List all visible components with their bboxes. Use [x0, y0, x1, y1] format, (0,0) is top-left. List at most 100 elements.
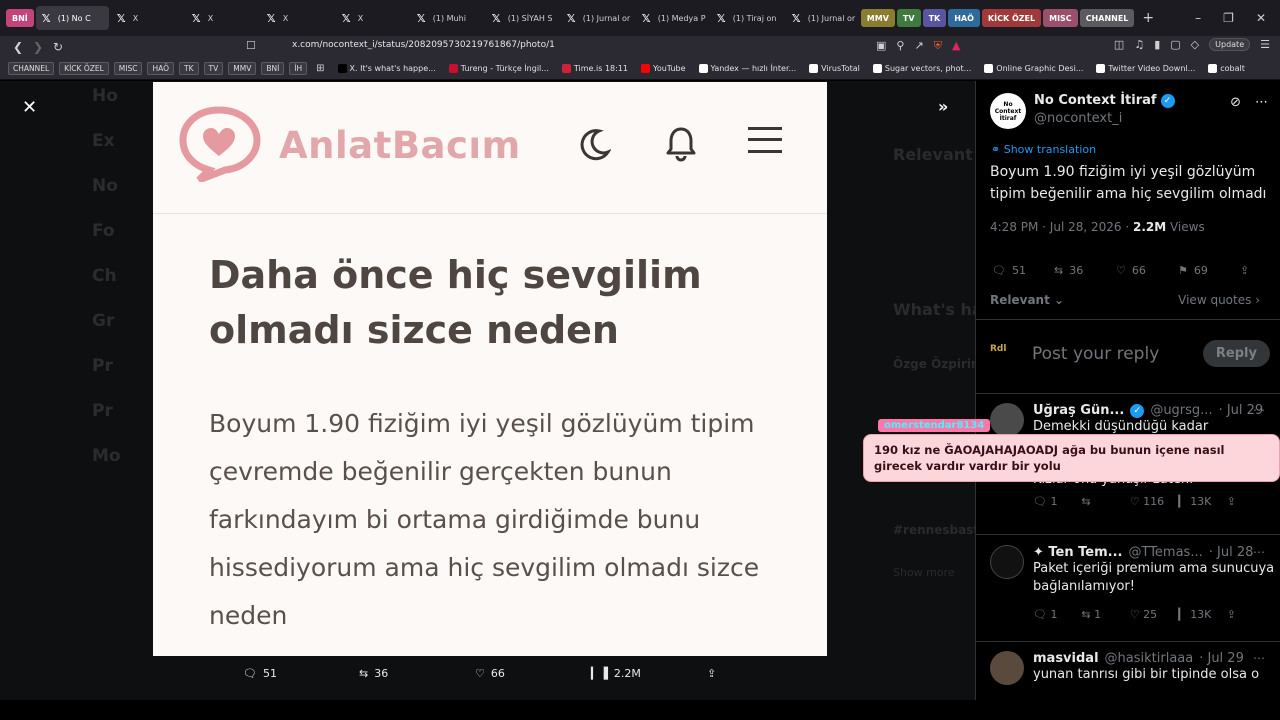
bookmark-folder[interactable]: HAÖ [147, 62, 175, 75]
minimize-icon[interactable]: – [1195, 11, 1201, 25]
close-viewer-button[interactable]: ✕ [22, 97, 37, 118]
reply-handle[interactable]: @ugrsg... [1150, 403, 1212, 418]
reply-item[interactable]: masvidal @hasiktirlaaa · Jul 29 yunan tanr… [990, 651, 1275, 685]
tweet-photo[interactable]: AnlatBacım Daha önce hiç sevgilim olmadı… [153, 82, 827, 656]
reply-icon[interactable]: 🗨 1 [1033, 608, 1081, 621]
tab-group-pill[interactable]: KİCK ÖZEL [981, 9, 1042, 27]
browser-tab[interactable]: 𝕏 (1) Medya P [636, 6, 709, 30]
views-action[interactable]: ▎▐ 2.2M [591, 667, 707, 680]
browser-tab[interactable]: 𝕏 (1) No C [35, 6, 109, 30]
zoom-icon[interactable]: ⚲ [896, 39, 904, 53]
sidebar-repost-button[interactable]: ⇆ 36 [1054, 264, 1116, 277]
sidebar-share-button[interactable]: ⇪ [1240, 264, 1249, 277]
bookmark-link[interactable]: cobalt [1208, 64, 1245, 73]
more-options-icon[interactable]: ⋯ [1255, 95, 1268, 110]
heart-icon[interactable]: ♡ 116 [1130, 495, 1178, 508]
like-action[interactable]: ♡ 66 [475, 667, 591, 680]
reply-action[interactable]: 🗨 51 [243, 667, 359, 680]
restore-icon[interactable]: ❐ [1223, 11, 1234, 25]
tweet-timestamp[interactable]: 4:28 PM · Jul 28, 2026 · [990, 220, 1133, 234]
bookmark-folder[interactable]: TV [203, 62, 224, 75]
grok-icon[interactable]: ⊘ [1230, 95, 1241, 110]
more-options-icon[interactable]: ⋯ [1253, 651, 1265, 665]
author-handle[interactable]: @nocontext_i [1034, 111, 1175, 126]
tab-group-pill[interactable]: TK [922, 9, 947, 27]
bookmark-folder[interactable]: BNİ [261, 62, 285, 75]
bookmark-folder[interactable]: TK [179, 62, 199, 75]
bookmark-link[interactable]: Twitter Video Downl... [1096, 64, 1195, 73]
tab-group-pill[interactable]: BNİ [6, 9, 34, 27]
brave-rewards-icon[interactable]: ▲ [952, 39, 960, 53]
views-icon[interactable]: ▎ 13K [1178, 608, 1226, 621]
menu-icon[interactable]: ☰ [1260, 38, 1270, 51]
sidebar-toggle-icon[interactable]: ◫ [1114, 38, 1124, 51]
share-icon[interactable]: ⇪ [1227, 495, 1275, 508]
bookmark-folder[interactable]: KİCK ÖZEL [59, 62, 109, 75]
reply-date[interactable]: · Jul 28 [1209, 545, 1254, 560]
new-tab-button[interactable]: + [1142, 10, 1154, 26]
repost-action[interactable]: ⇆ 36 [359, 667, 475, 680]
reply-author-name[interactable]: masvidal [1033, 651, 1099, 666]
sort-relevant-dropdown[interactable]: Relevant ⌄ [990, 293, 1064, 307]
share-action[interactable]: ⇪ [707, 667, 823, 680]
reply-author-name[interactable]: Uğraş Gün... [1033, 403, 1124, 418]
bookmark-link[interactable]: Online Graphic Desi... [984, 64, 1083, 73]
share-icon[interactable]: ⇪ [1227, 608, 1275, 621]
reply-date[interactable]: · Jul 29 [1199, 651, 1244, 666]
bookmark-link[interactable]: Sugar vectors, phot... [872, 64, 971, 73]
apps-grid-icon[interactable]: ⊞ [316, 63, 324, 74]
share-icon[interactable]: ↗ [914, 39, 923, 53]
reader-icon[interactable]: ▮ [1154, 38, 1160, 51]
address-bar[interactable]: x.com/nocontext_i/status/208209573021976… [292, 40, 555, 50]
repost-icon[interactable]: ⇆ [1081, 495, 1129, 508]
reply-avatar[interactable] [990, 403, 1024, 437]
media-icon[interactable]: ♫ [1134, 38, 1144, 51]
reply-button[interactable]: Reply [1202, 340, 1270, 367]
sidebar-like-button[interactable]: ♡ 66 [1116, 264, 1178, 277]
update-button[interactable]: Update [1209, 38, 1251, 51]
heart-icon[interactable]: ♡ 25 [1130, 608, 1178, 621]
bookmark-link[interactable]: X. It's what's happe... [337, 64, 436, 73]
bookmark-link[interactable]: Time.is 18:11 [561, 64, 628, 73]
browser-tab[interactable]: 𝕏X [261, 6, 334, 30]
bookmark-link[interactable]: Yandex — hızlı İnter... [698, 64, 796, 73]
reply-handle[interactable]: @hasiktirlaaa [1105, 651, 1194, 666]
more-options-icon[interactable]: ⋯ [1253, 545, 1265, 559]
wallet-icon[interactable]: ▢ [1170, 38, 1180, 51]
browser-tab[interactable]: 𝕏 (1) Jurnal or [561, 6, 634, 30]
reload-icon[interactable]: ↻ [48, 40, 68, 54]
reply-icon[interactable]: 🗨 1 [1033, 495, 1081, 508]
browser-tab[interactable]: 𝕏 (1) Tiraj on [711, 6, 784, 30]
tab-group-pill[interactable]: CHANNEL [1079, 9, 1135, 27]
bookmark-link[interactable]: YouTube [641, 64, 686, 73]
screenshot-icon[interactable]: ▣ [876, 39, 886, 53]
close-window-icon[interactable]: ✕ [1256, 11, 1266, 25]
forward-icon[interactable]: ❯ [28, 40, 48, 54]
browser-tab[interactable]: 𝕏X [186, 6, 259, 30]
tab-group-pill[interactable]: HAÖ [948, 9, 980, 27]
collapse-sidebar-button[interactable]: » [938, 97, 948, 116]
bookmark-folder[interactable]: İH [289, 62, 308, 75]
bookmark-folder[interactable]: CHANNEL [8, 62, 55, 75]
back-icon[interactable]: ❮ [8, 40, 28, 54]
reply-item[interactable]: ✦ Ten Tem... @TTemas... · Jul 28 Paket içe… [990, 545, 1275, 621]
author-avatar[interactable]: No Context İtiraf [990, 93, 1026, 129]
repost-icon[interactable]: ⇆ 1 [1081, 608, 1129, 621]
reply-input[interactable]: Post your reply [1032, 344, 1193, 364]
tab-group-pill[interactable]: MISC [1043, 9, 1078, 27]
bookmark-folder[interactable]: MMV [228, 62, 257, 75]
bookmark-link[interactable]: VirusTotal [809, 64, 860, 73]
views-icon[interactable]: ▎ 13K [1178, 495, 1226, 508]
author-name[interactable]: No Context İtiraf [1034, 93, 1157, 108]
sidebar-bookmark-button[interactable]: ⚑ 69 [1178, 264, 1240, 277]
browser-tab[interactable]: 𝕏X [111, 6, 184, 30]
tab-group-pill[interactable]: TV [896, 9, 921, 27]
show-translation-link[interactable]: ⚭ Show translation [991, 143, 1096, 156]
browser-tab[interactable]: 𝕏 (1) Jurnal or [786, 6, 859, 30]
browser-tab[interactable]: 𝕏 (1) SİYAH S [486, 6, 559, 30]
bookmark-folder[interactable]: MISC [113, 62, 143, 75]
reply-author-name[interactable]: ✦ Ten Tem... [1033, 545, 1122, 560]
bookmark-link[interactable]: Tureng - Türkçe İngil... [448, 64, 549, 73]
reply-avatar[interactable] [990, 545, 1024, 579]
brave-shield-icon[interactable]: ⛨ [934, 39, 942, 53]
